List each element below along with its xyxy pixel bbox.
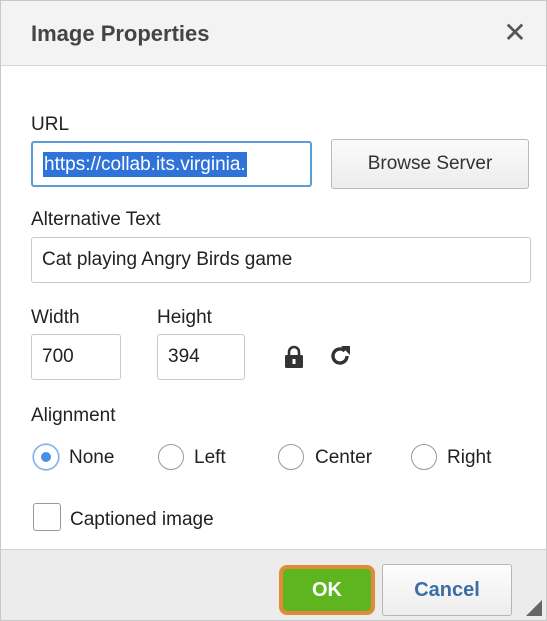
url-input-value: https://collab.its.virginia. xyxy=(43,152,247,177)
url-input[interactable]: https://collab.its.virginia. xyxy=(31,141,312,187)
dialog-titlebar[interactable]: Image Properties ✕ xyxy=(1,1,546,66)
close-icon[interactable]: ✕ xyxy=(500,17,530,48)
radio-center[interactable] xyxy=(278,444,304,470)
width-input[interactable]: 700 xyxy=(31,334,121,380)
radio-right-label[interactable]: Right xyxy=(447,447,491,469)
radio-none-label[interactable]: None xyxy=(69,447,114,469)
cancel-button[interactable]: Cancel xyxy=(382,564,512,616)
captioned-image-label[interactable]: Captioned image xyxy=(70,509,214,531)
width-label: Width xyxy=(31,307,80,328)
reset-size-icon[interactable] xyxy=(328,344,352,368)
height-label: Height xyxy=(157,307,212,328)
radio-center-label[interactable]: Center xyxy=(315,447,372,469)
resize-grip-icon[interactable] xyxy=(526,600,542,616)
alignment-label: Alignment xyxy=(31,405,116,426)
captioned-image-checkbox[interactable] xyxy=(33,503,61,531)
alt-text-label: Alternative Text xyxy=(31,209,161,230)
ok-button[interactable]: OK xyxy=(279,565,375,615)
radio-right[interactable] xyxy=(411,444,437,470)
lock-icon[interactable] xyxy=(284,345,304,369)
radio-left[interactable] xyxy=(158,444,184,470)
height-input[interactable]: 394 xyxy=(157,334,245,380)
browse-server-button[interactable]: Browse Server xyxy=(331,139,529,189)
alt-text-input[interactable]: Cat playing Angry Birds game xyxy=(31,237,531,283)
radio-none[interactable] xyxy=(33,444,59,470)
url-label: URL xyxy=(31,114,70,135)
dialog-title: Image Properties xyxy=(31,21,210,46)
radio-left-label[interactable]: Left xyxy=(194,447,226,469)
image-properties-dialog: Image Properties ✕ URL https://collab.it… xyxy=(0,0,547,621)
